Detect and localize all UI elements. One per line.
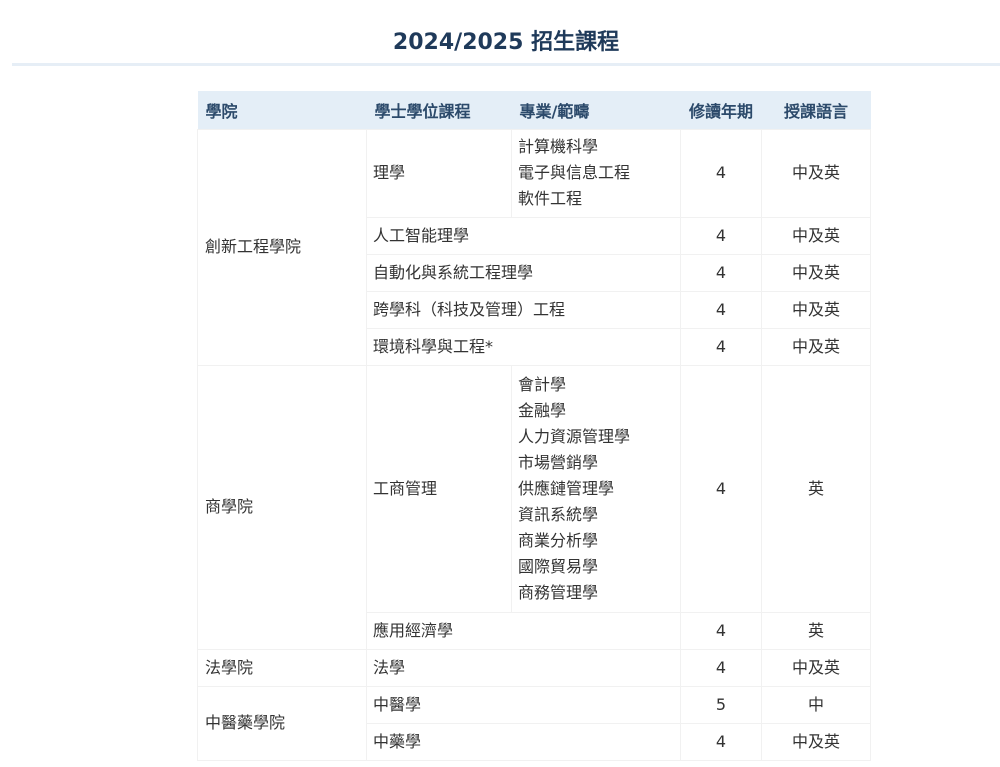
specialization-item: 商業分析學 <box>518 530 599 550</box>
specialization-cell: 會計學 金融學 人力資源管理學 市場營銷學 供應鏈管理學 資訊系統學 商業分析學… <box>511 364 681 613</box>
years-cell: 4 <box>680 290 762 329</box>
years-cell: 4 <box>680 128 762 218</box>
language-cell: 中及英 <box>761 722 871 761</box>
specialization-item: 國際貿易學 <box>518 556 599 576</box>
header-faculty: 學院 <box>197 91 367 129</box>
language-cell: 中及英 <box>761 128 871 218</box>
programme-cell: 跨學科（科技及管理）工程 <box>366 290 681 329</box>
table-row: 中醫藥學院 中醫學 5 中 <box>197 685 871 761</box>
header-specialization: 專業/範疇 <box>511 91 681 129</box>
table-row: 商學院 工商管理 會計學 金融學 人力資源管理學 市場營銷學 供應鏈管理學 資訊… <box>197 364 871 650</box>
header-language: 授課語言 <box>761 91 871 129</box>
programme-cell: 中藥學 <box>366 722 681 761</box>
programmes-table: 學院 學士學位課程 專業/範疇 修讀年期 授課語言 創新工程學院 理學 計算機科… <box>197 91 871 761</box>
table-header-row: 學院 學士學位課程 專業/範疇 修讀年期 授課語言 <box>197 91 871 129</box>
specialization-item: 供應鏈管理學 <box>518 478 615 498</box>
faculty-cell: 商學院 <box>197 364 367 650</box>
programme-cell: 自動化與系統工程理學 <box>366 253 681 292</box>
header-programme: 學士學位課程 <box>366 91 512 129</box>
programme-cell: 環境科學與工程* <box>366 327 681 366</box>
programme-cell: 人工智能理學 <box>366 216 681 255</box>
programme-cell: 理學 <box>366 128 512 218</box>
language-cell: 中及英 <box>761 216 871 255</box>
faculty-cell: 中醫藥學院 <box>197 685 367 761</box>
specialization-item: 市場營銷學 <box>518 452 599 472</box>
programme-cell: 中醫學 <box>366 685 681 724</box>
specialization-item: 資訊系統學 <box>518 504 599 524</box>
programme-cell: 法學 <box>366 648 681 687</box>
specialization-item: 人力資源管理學 <box>518 426 631 446</box>
table-row: 法學院 法學 4 中及英 <box>197 648 871 687</box>
specialization-item: 電子與信息工程 <box>518 163 631 182</box>
years-cell: 4 <box>680 611 762 650</box>
programme-cell: 應用經濟學 <box>366 611 681 650</box>
header-years: 修讀年期 <box>680 91 762 129</box>
faculty-cell: 法學院 <box>197 648 367 687</box>
programme-cell: 工商管理 <box>366 364 512 613</box>
years-cell: 4 <box>680 648 762 687</box>
years-cell: 5 <box>680 685 762 724</box>
specialization-item: 金融學 <box>518 400 567 420</box>
years-cell: 4 <box>680 253 762 292</box>
years-cell: 4 <box>680 364 762 613</box>
specialization-item: 會計學 <box>518 374 567 394</box>
years-cell: 4 <box>680 327 762 366</box>
page-header: 2024/2025 招生課程 <box>12 0 1000 66</box>
language-cell: 中 <box>761 685 871 724</box>
years-cell: 4 <box>680 722 762 761</box>
language-cell: 中及英 <box>761 648 871 687</box>
page-title: 2024/2025 招生課程 <box>392 30 620 55</box>
language-cell: 中及英 <box>761 253 871 292</box>
years-cell: 4 <box>680 216 762 255</box>
language-cell: 英 <box>761 611 871 650</box>
table-row: 創新工程學院 理學 計算機科學 電子與信息工程 軟件工程 4 中及英 <box>197 128 871 366</box>
specialization-cell: 計算機科學 電子與信息工程 軟件工程 <box>511 128 681 218</box>
specialization-item: 軟件工程 <box>518 189 583 208</box>
faculty-cell: 創新工程學院 <box>197 128 367 366</box>
language-cell: 中及英 <box>761 327 871 366</box>
language-cell: 中及英 <box>761 290 871 329</box>
language-cell: 英 <box>761 364 871 613</box>
specialization-item: 計算機科學 <box>518 137 599 156</box>
specialization-item: 商務管理學 <box>518 582 599 602</box>
